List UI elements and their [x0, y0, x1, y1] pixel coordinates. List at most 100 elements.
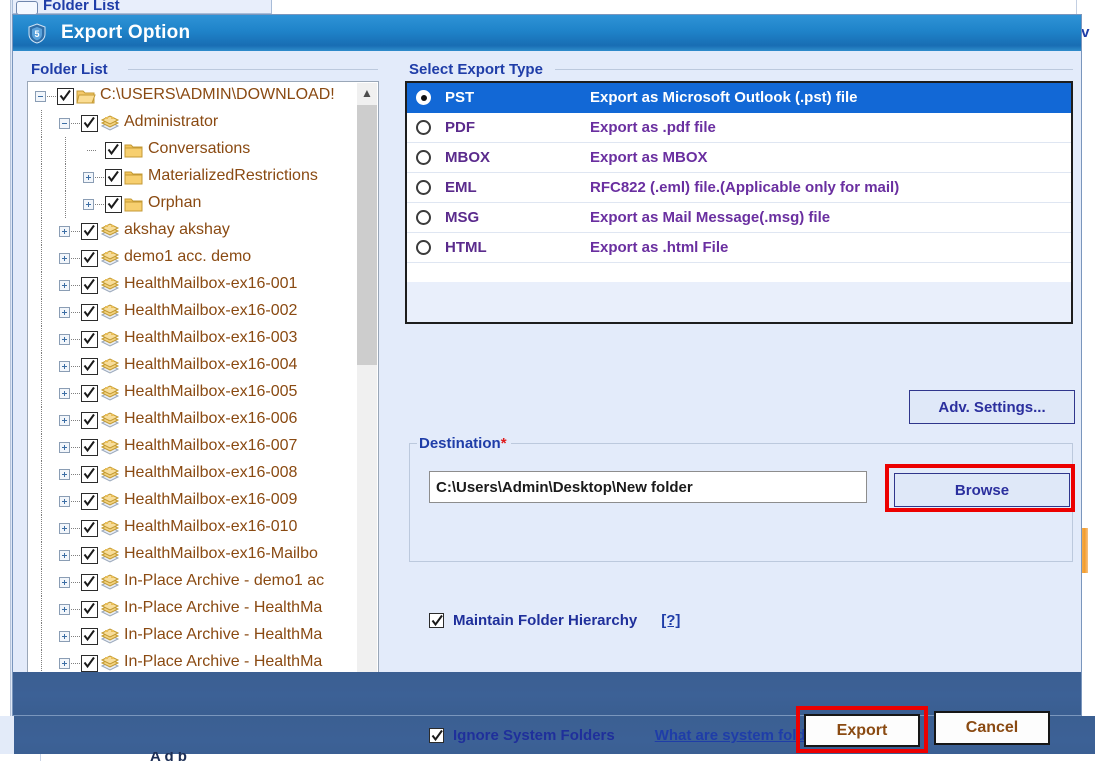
export-type-row[interactable]: MSGExport as Mail Message(.msg) file [407, 203, 1071, 233]
export-button[interactable]: Export [804, 714, 920, 747]
tree-expander-minus-icon[interactable] [35, 91, 46, 102]
folder-checkbox[interactable] [81, 250, 98, 267]
folder-tree-item[interactable]: Conversations [29, 137, 358, 164]
folder-checkbox[interactable] [81, 493, 98, 510]
tree-guide-line [41, 353, 42, 380]
ignore-system-folders-option[interactable]: Ignore System Folders What are system fo… [429, 727, 841, 744]
tree-expander-plus-icon[interactable] [59, 442, 70, 453]
tree-expander-plus-icon[interactable] [59, 658, 70, 669]
export-type-name: EML [445, 179, 590, 196]
mailbox-icon [100, 223, 120, 240]
folder-tree-item[interactable]: HealthMailbox-ex16-006 [29, 407, 358, 434]
folder-checkbox[interactable] [81, 601, 98, 618]
folder-checkbox[interactable] [81, 520, 98, 537]
folder-tree-item[interactable]: MaterializedRestrictions [29, 164, 358, 191]
maintain-folder-hierarchy-option[interactable]: Maintain Folder Hierarchy [?] [429, 612, 680, 629]
tree-expander-minus-icon[interactable] [59, 118, 70, 129]
dialog-titlebar[interactable]: 5 Export Option [13, 15, 1081, 52]
folder-tree-item[interactable]: C:\USERS\ADMIN\DOWNLOAD! [29, 83, 358, 110]
folder-tree-item[interactable]: HealthMailbox-ex16-007 [29, 434, 358, 461]
folder-tree-item[interactable]: HealthMailbox-ex16-008 [29, 461, 358, 488]
folder-checkbox[interactable] [81, 412, 98, 429]
folder-tree-item[interactable]: HealthMailbox-ex16-009 [29, 488, 358, 515]
tree-expander-plus-icon[interactable] [59, 631, 70, 642]
browse-button[interactable]: Browse [894, 473, 1070, 507]
ignore-system-folders-checkbox[interactable] [429, 728, 444, 743]
tree-expander-plus-icon[interactable] [59, 604, 70, 615]
folder-tree-item[interactable]: HealthMailbox-ex16-001 [29, 272, 358, 299]
export-type-row[interactable]: MBOXExport as MBOX [407, 143, 1071, 173]
folder-tree-item[interactable]: Orphan [29, 191, 358, 218]
tree-expander-plus-icon[interactable] [59, 577, 70, 588]
folder-checkbox[interactable] [81, 115, 98, 132]
folder-checkbox[interactable] [81, 655, 98, 672]
folder-tree-item[interactable]: HealthMailbox-ex16-004 [29, 353, 358, 380]
folder-tree-item[interactable]: In-Place Archive - demo1 ac [29, 569, 358, 596]
tree-expander-plus-icon[interactable] [83, 199, 94, 210]
export-type-row[interactable]: PSTExport as Microsoft Outlook (.pst) fi… [407, 83, 1071, 113]
folder-checkbox[interactable] [81, 277, 98, 294]
folder-checkbox[interactable] [81, 385, 98, 402]
folder-tree-item[interactable]: HealthMailbox-ex16-005 [29, 380, 358, 407]
mailbox-icon [100, 574, 120, 591]
folder-checkbox[interactable] [81, 628, 98, 645]
folder-tree-item[interactable]: HealthMailbox-ex16-Mailbo [29, 542, 358, 569]
tree-expander-plus-icon[interactable] [59, 361, 70, 372]
adv-settings-button[interactable]: Adv. Settings... [909, 390, 1075, 424]
cancel-button[interactable]: Cancel [934, 711, 1050, 745]
folder-tree-item[interactable]: demo1 acc. demo [29, 245, 358, 272]
vertical-scrollbar-thumb[interactable] [357, 105, 377, 365]
folder-checkbox[interactable] [57, 88, 74, 105]
tree-expander-plus-icon[interactable] [59, 415, 70, 426]
folder-tree-item[interactable]: In-Place Archive - HealthMa [29, 623, 358, 650]
chevron-up-icon[interactable]: ▲ [357, 83, 377, 103]
folder-checkbox[interactable] [81, 547, 98, 564]
folder-checkbox[interactable] [105, 196, 122, 213]
tree-dot-connector [95, 204, 104, 206]
tree-expander-plus-icon[interactable] [59, 226, 70, 237]
export-type-list[interactable]: PSTExport as Microsoft Outlook (.pst) fi… [405, 81, 1073, 324]
tree-expander-plus-icon[interactable] [59, 388, 70, 399]
folder-checkbox[interactable] [81, 358, 98, 375]
folder-checkbox[interactable] [81, 223, 98, 240]
export-type-radio[interactable] [416, 120, 431, 135]
export-type-row[interactable]: PDFExport as .pdf file [407, 113, 1071, 143]
folder-checkbox[interactable] [81, 466, 98, 483]
export-type-radio[interactable] [416, 150, 431, 165]
folder-tree-item[interactable]: In-Place Archive - HealthMa [29, 596, 358, 623]
folder-checkbox[interactable] [105, 142, 122, 159]
folder-tree-item[interactable]: Administrator [29, 110, 358, 137]
destination-path-input[interactable] [429, 471, 867, 503]
export-type-radio[interactable] [416, 210, 431, 225]
export-type-radio[interactable] [416, 90, 431, 105]
export-type-row[interactable]: HTMLExport as .html File [407, 233, 1071, 263]
maintain-folder-hierarchy-checkbox[interactable] [429, 613, 444, 628]
tree-expander-plus-icon[interactable] [59, 469, 70, 480]
folder-tree-item-label: Conversations [148, 140, 250, 158]
maintain-folder-hierarchy-help-link[interactable]: [?] [661, 612, 680, 629]
export-type-row[interactable]: EMLRFC822 (.eml) file.(Applicable only f… [407, 173, 1071, 203]
tree-expander-plus-icon[interactable] [59, 550, 70, 561]
folder-tree-item[interactable]: HealthMailbox-ex16-002 [29, 299, 358, 326]
tree-expander-plus-icon[interactable] [59, 280, 70, 291]
export-type-radio[interactable] [416, 180, 431, 195]
folder-tree-item[interactable]: HealthMailbox-ex16-003 [29, 326, 358, 353]
folder-tree-item-label: HealthMailbox-ex16-009 [124, 491, 297, 509]
export-type-radio[interactable] [416, 240, 431, 255]
folder-tree-item[interactable]: akshay akshay [29, 218, 358, 245]
folder-checkbox[interactable] [81, 574, 98, 591]
tree-expander-plus-icon[interactable] [59, 307, 70, 318]
folder-checkbox[interactable] [81, 439, 98, 456]
folder-tree-item[interactable]: HealthMailbox-ex16-010 [29, 515, 358, 542]
folder-tree-vertical-scrollbar[interactable]: ▲ ▼ [357, 83, 377, 699]
tree-expander-plus-icon[interactable] [83, 172, 94, 183]
folder-tree[interactable]: C:\USERS\ADMIN\DOWNLOAD!Administrator Con… [29, 83, 358, 699]
folder-checkbox[interactable] [81, 331, 98, 348]
tree-expander-plus-icon[interactable] [59, 253, 70, 264]
tree-expander-plus-icon[interactable] [59, 334, 70, 345]
tree-expander-plus-icon[interactable] [59, 523, 70, 534]
tree-expander-plus-icon[interactable] [59, 496, 70, 507]
folder-checkbox[interactable] [81, 304, 98, 321]
folder-checkbox[interactable] [105, 169, 122, 186]
export-button-highlight: Export [796, 706, 928, 753]
